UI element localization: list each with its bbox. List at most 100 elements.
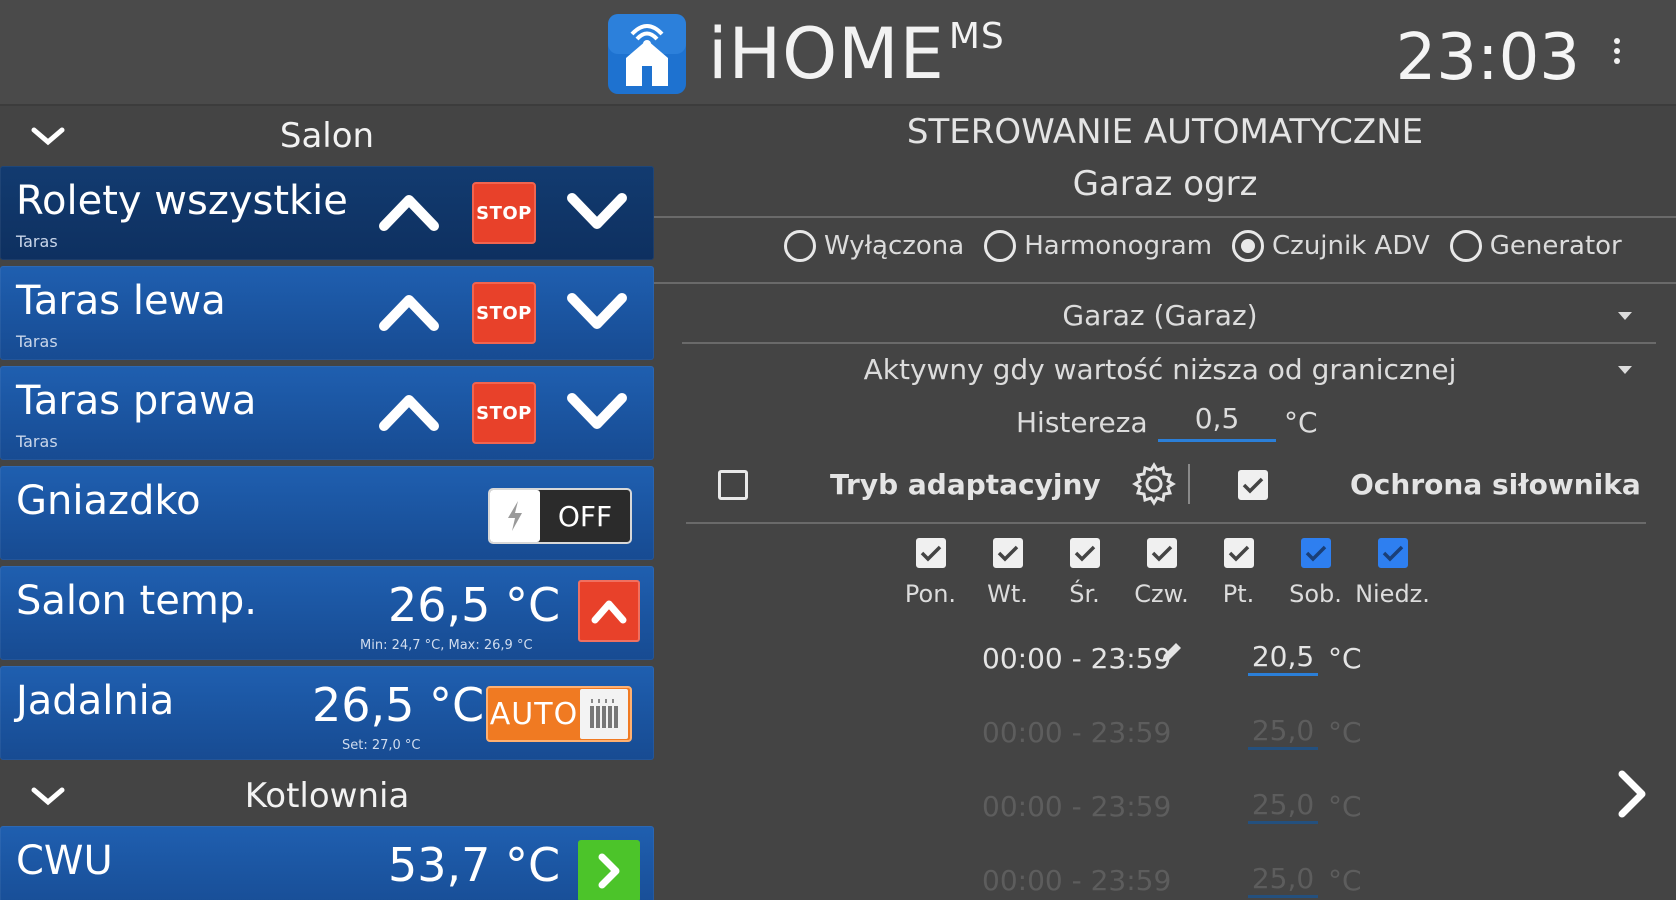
section-title: Kotlownia xyxy=(244,776,410,816)
tile-jadalnia: Jadalnia 26,5 °C Set: 27,0 °C AUTO xyxy=(0,666,654,760)
pencil-icon[interactable] xyxy=(1156,638,1186,668)
stop-button[interactable]: STOP xyxy=(472,282,536,344)
schedule-unit: °C xyxy=(1328,790,1362,823)
power-toggle[interactable]: OFF xyxy=(488,488,632,544)
shutter-down-button[interactable] xyxy=(562,382,632,442)
tile-name: Taras lewa xyxy=(16,278,226,324)
sensor-select[interactable]: Garaz (Garaz) xyxy=(682,292,1638,340)
adaptive-mode-label: Tryb adaptacyjny xyxy=(830,468,1101,501)
tile-name: Gniazdko xyxy=(16,478,201,524)
day-niedz: Niedz. xyxy=(1354,538,1431,608)
tile-gniazdko: Gniazdko OFF xyxy=(0,466,654,560)
schedule-row: 00:00 - 23:59 20,5 °C xyxy=(654,636,1676,686)
schedule-time-range[interactable]: 00:00 - 23:59 xyxy=(982,790,1171,823)
hysteresis-input[interactable]: 0,5 xyxy=(1158,402,1276,442)
radio-generator[interactable]: Generator xyxy=(1449,230,1622,262)
day-checkbox[interactable] xyxy=(992,538,1023,568)
day-checkbox[interactable] xyxy=(1146,538,1177,568)
day-label: Pon. xyxy=(904,580,957,608)
auto-mode-label: AUTO xyxy=(489,696,579,732)
radio-czujnik-adv[interactable]: Czujnik ADV xyxy=(1232,230,1430,262)
shutter-down-button[interactable] xyxy=(562,282,632,342)
schedule-row: 00:00 - 23:59 25,0 °C xyxy=(654,784,1676,834)
day-label: Czw. xyxy=(1134,580,1189,608)
lightning-icon xyxy=(490,490,540,542)
schedule-row: 00:00 - 23:59 25,0 °C xyxy=(654,858,1676,900)
radiator-icon xyxy=(580,689,628,739)
radio-label: Czujnik ADV xyxy=(1272,231,1430,261)
chevron-down-icon[interactable] xyxy=(28,120,68,152)
condition-select[interactable]: Aktywny gdy wartość niższa od granicznej xyxy=(682,346,1638,394)
device-list: Salon Rolety wszystkie Taras STOP Taras … xyxy=(0,106,654,900)
dropdown-caret-icon xyxy=(1618,366,1632,374)
actuator-protection-label: Ochrona siłownika xyxy=(1350,468,1641,501)
stop-button[interactable]: STOP xyxy=(472,382,536,444)
day-checkbox[interactable] xyxy=(1069,538,1100,568)
schedule-temperature-input[interactable]: 25,0 xyxy=(1248,714,1318,750)
temperature-value: 53,7 °C xyxy=(388,838,561,892)
tile-subtitle: Taras xyxy=(16,432,58,451)
ihome-logo-icon xyxy=(608,14,686,94)
schedule-temperature-input[interactable]: 20,5 xyxy=(1248,640,1318,676)
schedule-time-range[interactable]: 00:00 - 23:59 xyxy=(982,716,1171,749)
tile-taras-prawa: Taras prawa Taras STOP xyxy=(0,366,654,460)
chevron-right-icon[interactable] xyxy=(1612,766,1652,822)
hysteresis-unit: °C xyxy=(1284,406,1318,439)
panel-heading: STEROWANIE AUTOMATYCZNE xyxy=(906,112,1424,152)
schedule-unit: °C xyxy=(1328,716,1362,749)
actuator-protection-checkbox[interactable] xyxy=(1238,470,1268,500)
section-title: Salon xyxy=(279,116,375,156)
divider xyxy=(682,342,1656,344)
radio-circle-selected xyxy=(1232,230,1265,262)
divider xyxy=(654,282,1676,284)
shutter-down-button[interactable] xyxy=(562,182,632,242)
section-header-kotlownia: Kotlownia xyxy=(0,766,654,826)
panel-subheading: Garaz ogrz xyxy=(1072,164,1258,204)
auto-mode-button[interactable]: AUTO xyxy=(486,686,632,742)
day-checkbox[interactable] xyxy=(1223,538,1254,568)
schedule-temperature-input[interactable]: 25,0 xyxy=(1248,862,1318,898)
chevron-right-button[interactable] xyxy=(578,840,640,900)
radio-circle xyxy=(1449,230,1482,262)
day-pt: Pt. xyxy=(1200,538,1277,608)
schedule-unit: °C xyxy=(1328,642,1362,675)
adaptive-mode-checkbox[interactable] xyxy=(718,470,748,500)
shutter-up-button[interactable] xyxy=(374,282,444,342)
hysteresis-label: Histereza xyxy=(1016,406,1148,439)
day-czw: Czw. xyxy=(1123,538,1200,608)
tile-name: Rolety wszystkie xyxy=(16,178,348,224)
day-checkbox[interactable] xyxy=(1377,538,1408,568)
trend-up-button[interactable] xyxy=(578,580,640,642)
gear-icon[interactable] xyxy=(1132,462,1176,506)
temperature-value: 26,5 °C xyxy=(312,678,485,732)
divider xyxy=(686,522,1646,524)
section-header-salon: Salon xyxy=(0,106,654,166)
radio-label: Harmonogram xyxy=(1024,231,1213,261)
radio-wylaczona[interactable]: Wyłączona xyxy=(784,230,964,262)
radio-circle xyxy=(784,230,816,262)
day-checkbox[interactable] xyxy=(1300,538,1331,568)
temperature-minmax: Min: 24,7 °C, Max: 26,9 °C xyxy=(360,638,533,653)
day-checkbox[interactable] xyxy=(915,538,946,568)
schedule-time-range[interactable]: 00:00 - 23:59 xyxy=(982,864,1171,897)
weekday-selector: Pon. Wt. Śr. Czw. Pt. Sob. Niedz. xyxy=(892,538,1431,608)
shutter-up-button[interactable] xyxy=(374,382,444,442)
chevron-down-icon[interactable] xyxy=(28,780,68,812)
schedule-time-range[interactable]: 00:00 - 23:59 xyxy=(982,642,1171,675)
radio-harmonogram[interactable]: Harmonogram xyxy=(984,230,1212,262)
schedule-row: 00:00 - 23:59 25,0 °C xyxy=(654,710,1676,760)
tile-name: CWU xyxy=(16,838,113,884)
radio-label: Generator xyxy=(1489,231,1622,261)
day-sob: Sob. xyxy=(1277,538,1354,608)
tile-subtitle: Taras xyxy=(16,332,58,351)
app-header: iHOME MS 23:03 xyxy=(0,0,1676,106)
divider xyxy=(654,216,1676,218)
shutter-up-button[interactable] xyxy=(374,182,444,242)
kebab-menu-icon[interactable] xyxy=(1610,38,1624,74)
schedule-temperature-input[interactable]: 25,0 xyxy=(1248,788,1318,824)
stop-button[interactable]: STOP xyxy=(472,182,536,244)
temperature-setpoint: Set: 27,0 °C xyxy=(342,738,421,753)
clock: 23:03 xyxy=(1395,21,1580,95)
toggle-state: OFF xyxy=(557,499,613,533)
day-label: Sob. xyxy=(1289,580,1342,608)
